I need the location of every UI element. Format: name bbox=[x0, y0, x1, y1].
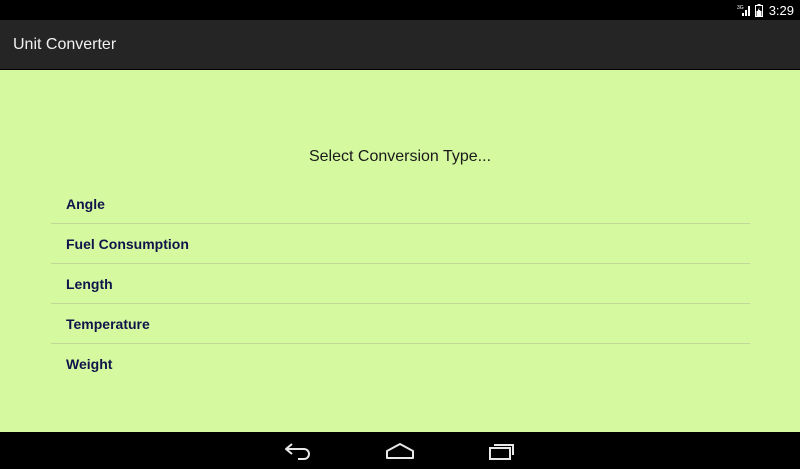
conversion-type-list: Angle Fuel Consumption Length Temperatur… bbox=[51, 184, 750, 384]
recent-apps-icon bbox=[489, 443, 514, 460]
signal-3g-icon: 3G bbox=[737, 4, 751, 16]
app-title: Unit Converter bbox=[13, 35, 117, 53]
conversion-prompt: Select Conversion Type... bbox=[308, 148, 492, 165]
list-item-temperature[interactable]: Temperature bbox=[51, 304, 750, 344]
list-item-label: Angle bbox=[66, 195, 105, 212]
main-content: Select Conversion Type... Angle Fuel Con… bbox=[0, 70, 800, 432]
navigation-bar bbox=[0, 432, 800, 469]
action-bar: Unit Converter bbox=[0, 20, 800, 70]
back-button[interactable] bbox=[283, 439, 313, 463]
status-time: 3:29 bbox=[768, 2, 794, 18]
battery-charging-icon bbox=[754, 3, 763, 17]
list-item-fuel-consumption[interactable]: Fuel Consumption bbox=[51, 224, 750, 264]
list-item-weight[interactable]: Weight bbox=[51, 344, 750, 384]
home-button[interactable] bbox=[385, 439, 415, 463]
status-bar: 3G 3:29 bbox=[0, 0, 800, 20]
network-type-label: 3G bbox=[737, 5, 744, 11]
list-item-length[interactable]: Length bbox=[51, 264, 750, 304]
status-icons: 3G bbox=[737, 3, 763, 17]
list-item-angle[interactable]: Angle bbox=[51, 184, 750, 224]
list-item-label: Temperature bbox=[66, 315, 150, 332]
list-item-label: Length bbox=[66, 275, 113, 292]
home-icon bbox=[386, 442, 414, 459]
recent-apps-button[interactable] bbox=[487, 439, 517, 463]
back-icon bbox=[285, 442, 310, 460]
list-item-label: Weight bbox=[66, 356, 113, 372]
list-item-label: Fuel Consumption bbox=[66, 235, 189, 252]
